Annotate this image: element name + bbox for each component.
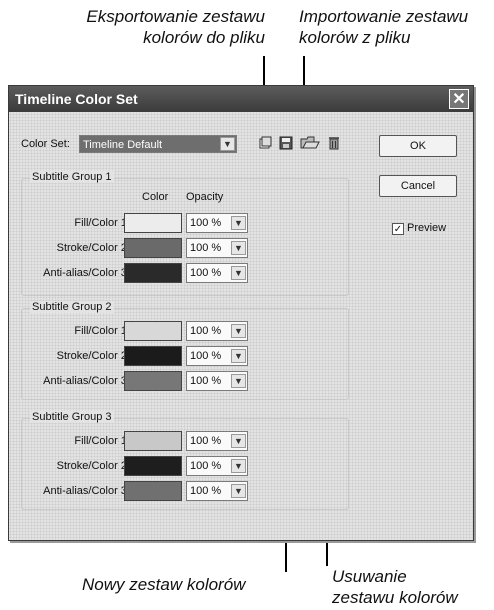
chevron-down-icon: ▼ xyxy=(231,459,246,473)
opacity-value: 100 % xyxy=(190,242,222,254)
row-label: Anti-alias/Color 3: xyxy=(43,485,130,497)
group-title: Subtitle Group 3 xyxy=(30,411,114,423)
new-set-callout: Nowy zestaw kolorów xyxy=(82,575,246,594)
subtitle-group-2: Subtitle Group 2 Fill/Color 1: 100 % ▼ S… xyxy=(21,301,349,400)
column-header-opacity: Opacity xyxy=(186,191,224,203)
color-swatch[interactable] xyxy=(124,431,182,451)
color-swatch[interactable] xyxy=(124,321,182,341)
opacity-value: 100 % xyxy=(190,375,222,387)
color-set-value: Timeline Default xyxy=(83,139,163,151)
opacity-value: 100 % xyxy=(190,460,222,472)
preview-checkbox[interactable]: ✓ xyxy=(392,223,404,235)
opacity-select[interactable]: 100 % ▼ xyxy=(186,481,248,501)
chevron-down-icon: ▼ xyxy=(231,266,246,280)
dialog-title: Timeline Color Set xyxy=(15,91,138,107)
chevron-down-icon: ▼ xyxy=(231,349,246,363)
subtitle-group-3: Subtitle Group 3 Fill/Color 1: 100 % ▼ S… xyxy=(21,411,349,510)
color-swatch[interactable] xyxy=(124,481,182,501)
color-swatch[interactable] xyxy=(124,238,182,258)
color-set-label: Color Set: xyxy=(21,138,70,150)
color-swatch[interactable] xyxy=(124,263,182,283)
export-callout: Eksportowanie zestawu kolorów do pliku xyxy=(86,7,265,47)
color-swatch[interactable] xyxy=(124,346,182,366)
opacity-value: 100 % xyxy=(190,485,222,497)
color-set-select[interactable]: Timeline Default ▼ xyxy=(79,135,237,153)
preview-label: Preview xyxy=(407,222,447,234)
opacity-select[interactable]: 100 % ▼ xyxy=(186,371,248,391)
chevron-down-icon: ▼ xyxy=(231,241,246,255)
row-label: Fill/Color 1: xyxy=(74,435,130,447)
row-label: Anti-alias/Color 3: xyxy=(43,267,130,279)
opacity-value: 100 % xyxy=(190,325,222,337)
color-swatch[interactable] xyxy=(124,371,182,391)
checkmark-icon: ✓ xyxy=(393,224,403,235)
row-label: Stroke/Color 2: xyxy=(56,242,130,254)
row-label: Fill/Color 1: xyxy=(74,325,130,337)
chevron-down-icon: ▼ xyxy=(231,216,246,230)
opacity-select[interactable]: 100 % ▼ xyxy=(186,431,248,451)
color-swatch[interactable] xyxy=(124,213,182,233)
chevron-down-icon: ▼ xyxy=(231,484,246,498)
opacity-value: 100 % xyxy=(190,350,222,362)
ok-button[interactable]: OK xyxy=(379,135,457,157)
new-set-button[interactable] xyxy=(257,136,274,153)
save-set-button[interactable] xyxy=(277,136,294,153)
opacity-select[interactable]: 100 % ▼ xyxy=(186,321,248,341)
opacity-select[interactable]: 100 % ▼ xyxy=(186,263,248,283)
color-swatch[interactable] xyxy=(124,456,182,476)
import-set-button[interactable] xyxy=(299,134,321,151)
row-label: Fill/Color 1: xyxy=(74,217,130,229)
opacity-value: 100 % xyxy=(190,217,222,229)
delete-set-button[interactable] xyxy=(325,136,342,153)
cancel-button[interactable]: Cancel xyxy=(379,175,457,197)
subtitle-group-1: Subtitle Group 1 Color Opacity Fill/Colo… xyxy=(21,171,349,296)
group-title: Subtitle Group 2 xyxy=(30,301,114,313)
timeline-color-set-dialog: Timeline Color Set ✕ Color Set: Timeline… xyxy=(8,85,474,541)
opacity-select[interactable]: 100 % ▼ xyxy=(186,456,248,476)
column-header-color: Color xyxy=(142,191,169,203)
new-set-icon xyxy=(259,136,272,149)
row-label: Anti-alias/Color 3: xyxy=(43,375,130,387)
opacity-select[interactable]: 100 % ▼ xyxy=(186,346,248,366)
opacity-value: 100 % xyxy=(190,435,222,447)
chevron-down-icon: ▼ xyxy=(231,374,246,388)
close-icon: ✕ xyxy=(452,91,466,108)
group-title: Subtitle Group 1 xyxy=(30,171,114,183)
save-icon xyxy=(279,136,292,150)
opacity-value: 100 % xyxy=(190,267,222,279)
chevron-down-icon: ▼ xyxy=(220,137,235,151)
delete-icon xyxy=(328,137,339,150)
row-label: Stroke/Color 2: xyxy=(56,460,130,472)
import-icon xyxy=(300,136,320,149)
row-label: Stroke/Color 2: xyxy=(56,350,130,362)
dialog-titlebar: Timeline Color Set ✕ xyxy=(9,86,473,112)
opacity-select[interactable]: 100 % ▼ xyxy=(186,213,248,233)
chevron-down-icon: ▼ xyxy=(231,324,246,338)
import-callout: Importowanie zestawu kolorów z pliku xyxy=(299,7,469,47)
opacity-select[interactable]: 100 % ▼ xyxy=(186,238,248,258)
close-button[interactable]: ✕ xyxy=(449,89,469,109)
delete-callout: Usuwanie zestawu kolorów xyxy=(332,567,458,607)
chevron-down-icon: ▼ xyxy=(231,434,246,448)
